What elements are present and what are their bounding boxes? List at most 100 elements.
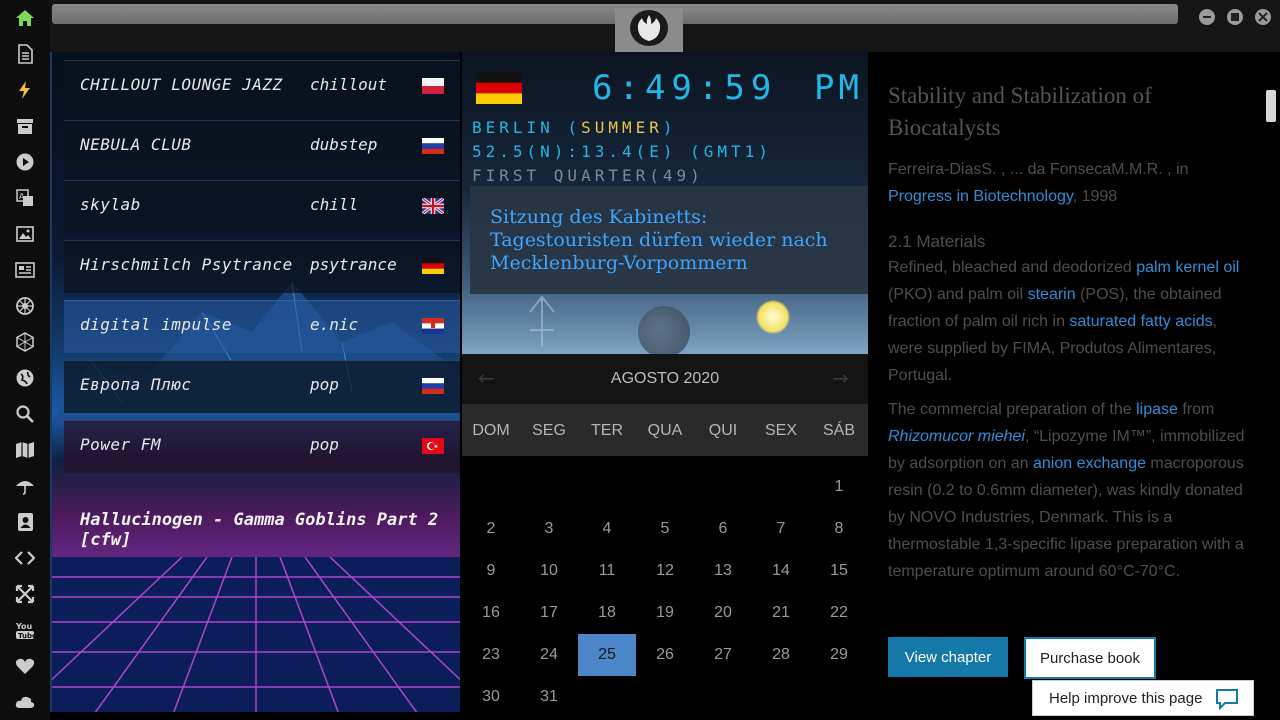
calendar-day[interactable]: 3 bbox=[520, 508, 578, 550]
weekday-label: SEX bbox=[764, 422, 797, 439]
calendar-day[interactable]: 19 bbox=[636, 592, 694, 634]
cloud-icon[interactable] bbox=[13, 690, 37, 714]
retro-grid-icon bbox=[52, 557, 460, 712]
calendar-day[interactable]: 8 bbox=[810, 508, 868, 550]
minimize-icon[interactable] bbox=[1199, 9, 1215, 25]
help-improve-button[interactable]: Help improve this page bbox=[1032, 680, 1254, 716]
calendar-day[interactable]: 15 bbox=[810, 550, 868, 592]
station-genre: e.nic bbox=[310, 315, 359, 334]
umbrella-icon[interactable] bbox=[13, 474, 37, 498]
clock-ampm: PM bbox=[814, 68, 863, 108]
calendar-day[interactable]: 1 bbox=[810, 466, 868, 508]
home-icon[interactable] bbox=[13, 6, 37, 30]
source-link[interactable]: Progress in Biotechnology bbox=[888, 188, 1073, 205]
text-span: from bbox=[1177, 401, 1215, 418]
palm-kernel-oil-link[interactable]: palm kernel oil bbox=[1136, 259, 1239, 276]
calendar-day[interactable]: 2 bbox=[462, 508, 520, 550]
hexagon-icon[interactable] bbox=[13, 330, 37, 354]
station-name: skylab bbox=[80, 195, 141, 214]
archive-icon[interactable] bbox=[13, 114, 37, 138]
image-icon[interactable] bbox=[13, 222, 37, 246]
calendar-day[interactable]: 10 bbox=[520, 550, 578, 592]
search-icon[interactable] bbox=[13, 402, 37, 426]
weekday-label: DOM bbox=[472, 422, 510, 439]
calendar-day[interactable]: 17 bbox=[520, 592, 578, 634]
contact-icon[interactable] bbox=[13, 510, 37, 534]
calendar-day[interactable]: 28 bbox=[752, 634, 810, 676]
calendar-day[interactable]: 13 bbox=[694, 550, 752, 592]
weekday-label: SEG bbox=[532, 422, 566, 439]
sidebar: A You Tube bbox=[0, 0, 50, 720]
rebel-alliance-logo-icon[interactable] bbox=[630, 10, 668, 46]
heart-icon[interactable] bbox=[13, 654, 37, 678]
calendar-day[interactable]: 20 bbox=[694, 592, 752, 634]
calendar-day[interactable]: 27 bbox=[694, 634, 752, 676]
saturated-fatty-acids-link[interactable]: saturated fatty acids bbox=[1069, 313, 1212, 330]
station-row[interactable]: Power FM pop bbox=[64, 420, 460, 473]
weekday-label: QUI bbox=[708, 422, 738, 439]
text-span: Refined, bleached and deodorized bbox=[888, 259, 1137, 276]
calendar-day[interactable]: 14 bbox=[752, 550, 810, 592]
calendar-day[interactable]: 6 bbox=[694, 508, 752, 550]
help-label: Help improve this page bbox=[1049, 689, 1203, 707]
station-row[interactable]: digital impulse e.nic bbox=[64, 300, 460, 353]
paragraph-materials: Refined, bleached and deodorized palm ke… bbox=[888, 254, 1248, 389]
purchase-book-button[interactable]: Purchase book bbox=[1024, 637, 1156, 679]
calendar-day[interactable]: 31 bbox=[520, 676, 578, 718]
news-headline[interactable]: Sitzung des Kabinetts: Tagestouristen dü… bbox=[490, 206, 850, 275]
calendar-day[interactable]: 23 bbox=[462, 634, 520, 676]
station-row[interactable]: NEBULA CLUB dubstep bbox=[64, 120, 460, 173]
code-icon[interactable] bbox=[13, 546, 37, 570]
next-month-icon[interactable]: → bbox=[832, 366, 849, 390]
station-genre: chillout bbox=[310, 75, 388, 94]
text-span: macroporous resin (0.2 to 0.6mm diameter… bbox=[888, 455, 1244, 580]
station-row[interactable]: CHILLOUT LOUNGE JAZZ chillout bbox=[64, 60, 460, 113]
calendar-day[interactable]: 9 bbox=[462, 550, 520, 592]
document-icon[interactable] bbox=[13, 42, 37, 66]
translate-icon[interactable]: A bbox=[13, 186, 37, 210]
weekday-header: DOM SEG TER QUA QUI SEX SÁB bbox=[462, 404, 868, 456]
scrollbar[interactable] bbox=[1262, 52, 1280, 720]
calendar-day[interactable]: 12 bbox=[636, 550, 694, 592]
rhizomucor-link[interactable]: Rhizomucor miehei bbox=[888, 428, 1025, 445]
lipase-link[interactable]: lipase bbox=[1136, 401, 1178, 418]
moon-phase: FIRST QUARTER(49) bbox=[472, 166, 704, 185]
play-circle-icon[interactable] bbox=[13, 150, 37, 174]
station-row[interactable]: Hirschmilch Psytrance psytrance bbox=[64, 240, 460, 293]
close-icon[interactable] bbox=[1255, 9, 1271, 25]
city-name: BERLIN bbox=[472, 118, 554, 137]
calendar-day[interactable]: 5 bbox=[636, 508, 694, 550]
clock-calendar-panel: 6:49:59 PM BERLIN (SUMMER) 52.5(N):13.4(… bbox=[462, 52, 868, 712]
settings-wheel-icon[interactable] bbox=[13, 294, 37, 318]
stearin-link[interactable]: stearin bbox=[1028, 286, 1076, 303]
station-row[interactable]: Европа Плюс pop bbox=[64, 360, 460, 413]
scrollbar-thumb[interactable] bbox=[1266, 90, 1276, 122]
authors-text: Ferreira-DiasS. , ... da FonsecaM.M.R. ,… bbox=[888, 161, 1189, 178]
calendar-day[interactable]: 16 bbox=[462, 592, 520, 634]
news-ticker[interactable]: Sitzung des Kabinetts: Tagestouristen dü… bbox=[470, 186, 868, 294]
calendar-day[interactable]: 30 bbox=[462, 676, 520, 718]
calendar-day[interactable]: 18 bbox=[578, 592, 636, 634]
calendar-day[interactable]: 11 bbox=[578, 550, 636, 592]
anion-exchange-link[interactable]: anion exchange bbox=[1033, 455, 1146, 472]
youtube-icon[interactable]: You Tube bbox=[13, 618, 37, 642]
lightning-icon[interactable] bbox=[13, 78, 37, 102]
calendar-header: ← AGOSTO 2020 → bbox=[462, 354, 868, 404]
calendar-day[interactable]: 4 bbox=[578, 508, 636, 550]
calendar-day[interactable]: 26 bbox=[636, 634, 694, 676]
calendar-day[interactable]: 29 bbox=[810, 634, 868, 676]
view-chapter-button[interactable]: View chapter bbox=[888, 637, 1008, 677]
calendar-month: AGOSTO 2020 bbox=[610, 370, 720, 387]
calendar-day[interactable]: 7 bbox=[752, 508, 810, 550]
map-icon[interactable] bbox=[13, 438, 37, 462]
calendar-day[interactable]: 22 bbox=[810, 592, 868, 634]
newspaper-icon[interactable] bbox=[13, 258, 37, 282]
calendar-day-selected[interactable]: 25 bbox=[578, 634, 636, 676]
maximize-icon[interactable] bbox=[1227, 9, 1243, 25]
expand-icon[interactable] bbox=[13, 582, 37, 606]
globe-icon[interactable] bbox=[13, 366, 37, 390]
station-name: digital impulse bbox=[80, 315, 232, 334]
calendar-day[interactable]: 24 bbox=[520, 634, 578, 676]
station-row[interactable]: skylab chill bbox=[64, 180, 460, 233]
calendar-day[interactable]: 21 bbox=[752, 592, 810, 634]
